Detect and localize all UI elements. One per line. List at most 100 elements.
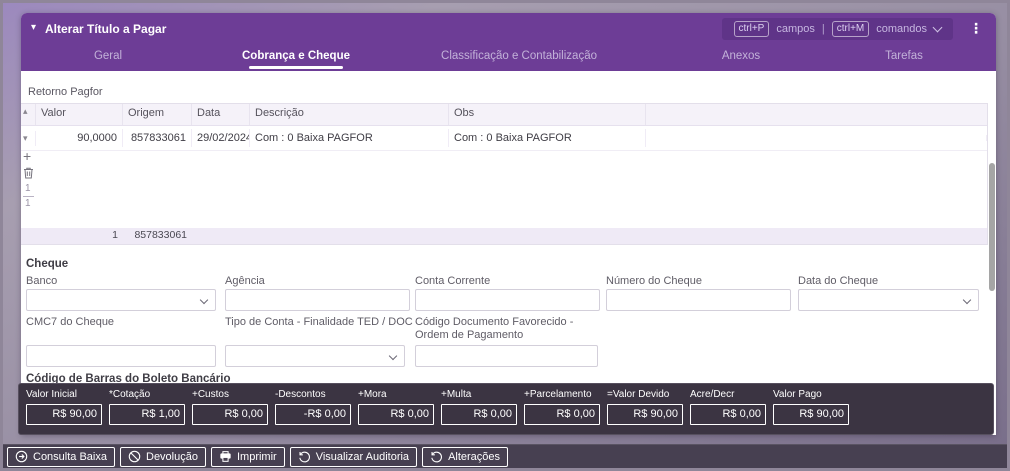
- pager-divider: [23, 196, 34, 197]
- delete-row-icon[interactable]: [23, 167, 34, 181]
- codigo-documento-label: Código Documento Favorecido - Ordem de P…: [415, 316, 574, 341]
- app-background: ▾ Alterar Título a Pagar ctrl+P campos |…: [0, 0, 1010, 471]
- tab-geral[interactable]: Geral: [94, 50, 122, 62]
- tab-bar: Geral Cobrança e Cheque Classificação e …: [21, 45, 996, 71]
- alteracoes-button[interactable]: Alterações: [422, 446, 509, 467]
- grid-header-row: ▴ Valor Origem Data Descrição Obs: [21, 104, 987, 126]
- retorno-pagfor-label: Retorno Pagfor: [28, 86, 103, 98]
- numero-cheque-input[interactable]: [606, 289, 791, 311]
- comandos-label: comandos: [876, 23, 927, 35]
- valor-devido-value[interactable]: R$ 90,00: [607, 404, 683, 425]
- tab-cobranca-e-cheque[interactable]: Cobrança e Cheque: [242, 50, 350, 62]
- active-tab-underline: [249, 66, 343, 69]
- pager-current: 1: [25, 183, 31, 194]
- prohibited-icon: [128, 450, 141, 463]
- kebab-menu-icon[interactable]: ⋮: [969, 20, 983, 37]
- custos-value[interactable]: R$ 0,00: [192, 404, 268, 425]
- column-header-obs[interactable]: Obs: [449, 104, 646, 125]
- acre-decr-label: Acre/Decr: [690, 389, 735, 400]
- vertical-scrollbar[interactable]: [989, 163, 995, 291]
- cmc7-input[interactable]: [26, 345, 216, 367]
- cell-empty: [646, 135, 987, 141]
- valor-inicial-label: Valor Inicial: [26, 389, 77, 400]
- chevron-down-icon: [388, 351, 398, 361]
- campos-label: campos: [776, 23, 815, 35]
- valor-devido-label: =Valor Devido: [607, 389, 670, 400]
- mora-label: +Mora: [358, 389, 387, 400]
- data-cheque-select[interactable]: [798, 289, 979, 311]
- custos-field: +Custos R$ 0,00: [192, 389, 268, 434]
- history-icon: [430, 450, 443, 463]
- multa-value[interactable]: R$ 0,00: [441, 404, 517, 425]
- cell-origem: 857833061: [123, 129, 192, 147]
- cell-obs: Com : 0 Baixa PAGFOR: [449, 129, 646, 147]
- descontos-value[interactable]: -R$ 0,00: [275, 404, 351, 425]
- devolucao-button[interactable]: Devolução: [120, 446, 206, 467]
- cell-data: 29/02/2024: [192, 129, 250, 147]
- conta-corrente-input[interactable]: [415, 289, 600, 311]
- cmc7-label: CMC7 do Cheque: [26, 316, 115, 328]
- printer-icon: [219, 450, 232, 463]
- window-title: Alterar Título a Pagar: [45, 22, 167, 36]
- table-row[interactable]: ▾ 90,0000 857833061 29/02/2024 Com : 0 B…: [21, 126, 987, 151]
- summary-gutter: [21, 228, 36, 244]
- tab-classificacao[interactable]: Classificação e Contabilização: [441, 50, 597, 62]
- chevron-down-icon[interactable]: [932, 22, 943, 32]
- column-header-empty: [646, 104, 987, 125]
- retorno-pagfor-grid: ▴ Valor Origem Data Descrição Obs ▾ 90,0…: [21, 103, 988, 245]
- alteracoes-label: Alterações: [448, 450, 501, 463]
- banco-select[interactable]: [26, 289, 216, 311]
- visualizar-auditoria-button[interactable]: Visualizar Auditoria: [289, 446, 418, 467]
- acre-decr-field: Acre/Decr R$ 0,00: [690, 389, 766, 434]
- row-marker-icon[interactable]: ▾: [21, 130, 36, 146]
- column-header-data[interactable]: Data: [192, 104, 250, 125]
- descontos-field: -Descontos -R$ 0,00: [275, 389, 351, 434]
- shortcut-hints: ctrl+P campos | ctrl+M comandos: [721, 18, 953, 40]
- sort-ascending-icon[interactable]: ▴: [21, 104, 36, 125]
- add-row-icon[interactable]: +: [23, 149, 31, 163]
- codigo-documento-input[interactable]: [415, 345, 598, 367]
- column-header-descricao[interactable]: Descrição: [250, 104, 449, 125]
- cotacao-field: *Cotação R$ 1,00: [109, 389, 185, 434]
- arrow-circle-right-icon: [15, 450, 28, 463]
- parcelamento-value[interactable]: R$ 0,00: [524, 404, 600, 425]
- numero-cheque-label: Número do Cheque: [606, 275, 703, 287]
- descontos-label: -Descontos: [275, 389, 326, 400]
- multa-field: +Multa R$ 0,00: [441, 389, 517, 434]
- tab-content: Retorno Pagfor ▴ Valor Origem Data Descr…: [21, 71, 996, 435]
- tab-anexos[interactable]: Anexos: [722, 50, 760, 62]
- tipo-conta-select[interactable]: [225, 345, 405, 367]
- parcelamento-field: +Parcelamento R$ 0,00: [524, 389, 600, 434]
- summary-origem: 857833061: [134, 229, 187, 241]
- valor-pago-label: Valor Pago: [773, 389, 822, 400]
- tab-tarefas[interactable]: Tarefas: [885, 50, 923, 62]
- totals-bar: Valor Inicial R$ 90,00 *Cotação R$ 1,00 …: [18, 383, 994, 435]
- visualizar-auditoria-label: Visualizar Auditoria: [315, 450, 410, 463]
- custos-label: +Custos: [192, 389, 229, 400]
- mora-value[interactable]: R$ 0,00: [358, 404, 434, 425]
- imprimir-button[interactable]: Imprimir: [210, 446, 285, 467]
- pager-total: 1: [25, 198, 31, 209]
- column-header-valor[interactable]: Valor: [36, 104, 123, 125]
- data-cheque-label: Data do Cheque: [798, 275, 879, 287]
- consulta-baixa-label: Consulta Baixa: [33, 450, 107, 463]
- devolucao-label: Devolução: [146, 450, 198, 463]
- cotacao-label: *Cotação: [109, 389, 151, 400]
- consulta-baixa-button[interactable]: Consulta Baixa: [7, 446, 115, 467]
- shortcut-separator: |: [821, 23, 825, 35]
- chevron-down-icon: [199, 295, 209, 305]
- valor-pago-field: Valor Pago R$ 90,00: [773, 389, 849, 434]
- column-header-origem[interactable]: Origem: [123, 104, 192, 125]
- cell-descricao: Com : 0 Baixa PAGFOR: [250, 129, 449, 147]
- mora-field: +Mora R$ 0,00: [358, 389, 434, 434]
- cotacao-value[interactable]: R$ 1,00: [109, 404, 185, 425]
- ctrl-m-keycap: ctrl+M: [831, 21, 870, 37]
- agencia-label: Agência: [225, 275, 265, 287]
- collapse-caret-icon[interactable]: ▾: [31, 22, 36, 33]
- valor-inicial-value[interactable]: R$ 90,00: [26, 404, 102, 425]
- valor-pago-value[interactable]: R$ 90,00: [773, 404, 849, 425]
- window-titlebar: ▾ Alterar Título a Pagar ctrl+P campos |…: [21, 13, 996, 45]
- agencia-input[interactable]: [225, 289, 410, 311]
- alterar-titulo-window: ▾ Alterar Título a Pagar ctrl+P campos |…: [21, 13, 996, 435]
- acre-decr-value[interactable]: R$ 0,00: [690, 404, 766, 425]
